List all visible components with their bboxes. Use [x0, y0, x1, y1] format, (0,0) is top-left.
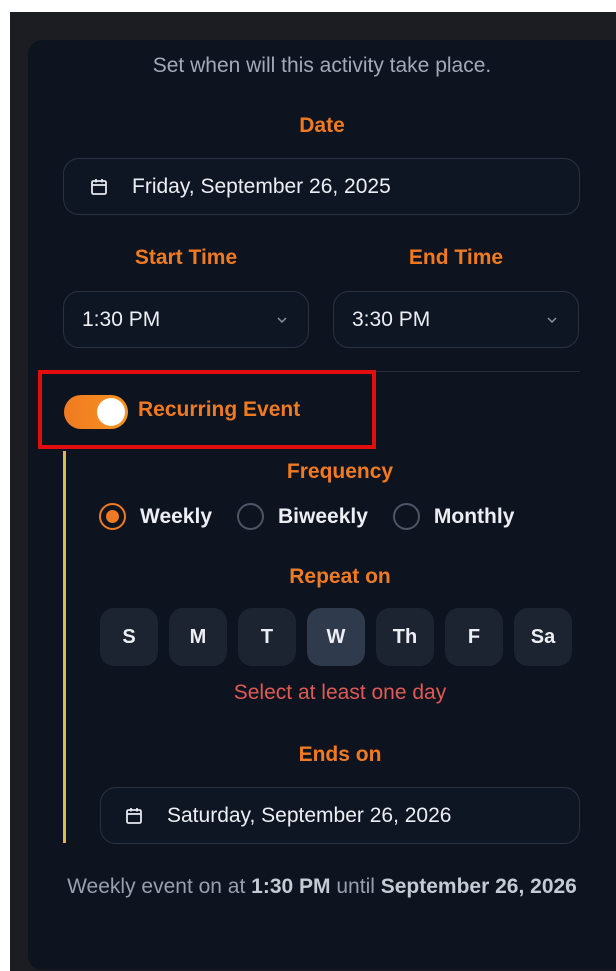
end-time-label: End Time — [408, 246, 504, 269]
ends-on-value: Saturday, September 26, 2026 — [167, 803, 452, 827]
end-date-picker-field[interactable]: Saturday, September 26, 2026 — [100, 787, 580, 844]
radio-button[interactable] — [99, 503, 126, 530]
chevron-down-icon — [277, 316, 287, 323]
recurrence-summary: Weekly event on at 1:30 PM until Septemb… — [28, 871, 616, 903]
day-button-sunday[interactable]: S — [100, 608, 158, 666]
radio-label: Biweekly — [278, 504, 368, 528]
date-picker-field[interactable]: Friday, September 26, 2025 — [63, 158, 580, 215]
summary-until-date: September 26, 2026 — [380, 875, 577, 898]
summary-middle: until — [330, 875, 381, 898]
day-button-friday[interactable]: F — [445, 608, 503, 666]
calendar-icon — [126, 807, 142, 824]
radio-label: Weekly — [140, 504, 212, 528]
repeat-on-label: Repeat on — [289, 565, 391, 588]
radio-weekly[interactable]: Weekly — [99, 503, 212, 530]
radio-biweekly[interactable]: Biweekly — [237, 503, 368, 530]
chevron-down-icon — [547, 316, 557, 323]
start-time-label: Start Time — [134, 246, 238, 269]
window-left-edge — [0, 0, 10, 971]
end-time-select[interactable]: 3:30 PM — [333, 291, 579, 348]
date-label: Date — [299, 114, 345, 137]
window-top-edge — [0, 0, 616, 12]
frequency-radio-group: Weekly Biweekly Monthly — [99, 503, 539, 530]
panel-subtitle: Set when will this activity take place. — [152, 54, 492, 77]
validation-error: Select at least one day — [233, 681, 447, 704]
summary-time: 1:30 PM — [251, 875, 331, 898]
start-time-value: 1:30 PM — [82, 307, 161, 331]
weekday-selector: S M T W Th F Sa — [100, 608, 583, 666]
ends-on-label: Ends on — [298, 743, 382, 766]
radio-label: Monthly — [433, 504, 515, 528]
day-button-thursday[interactable]: Th — [376, 608, 434, 666]
calendar-icon — [91, 178, 107, 195]
day-button-monday[interactable]: M — [169, 608, 227, 666]
highlight-box — [38, 370, 376, 449]
radio-monthly[interactable]: Monthly — [392, 503, 515, 530]
frequency-label: Frequency — [286, 460, 394, 483]
summary-prefix: Weekly event on at — [67, 875, 252, 898]
radio-button[interactable] — [392, 503, 420, 530]
end-time-value: 3:30 PM — [352, 307, 431, 331]
date-value: Friday, September 26, 2025 — [132, 174, 391, 198]
day-button-wednesday[interactable]: W — [307, 608, 365, 666]
day-button-tuesday[interactable]: T — [238, 608, 296, 666]
start-time-select[interactable]: 1:30 PM — [63, 291, 309, 348]
radio-button[interactable] — [237, 503, 264, 530]
recurring-section-line — [63, 451, 66, 843]
day-button-saturday[interactable]: Sa — [514, 608, 572, 666]
